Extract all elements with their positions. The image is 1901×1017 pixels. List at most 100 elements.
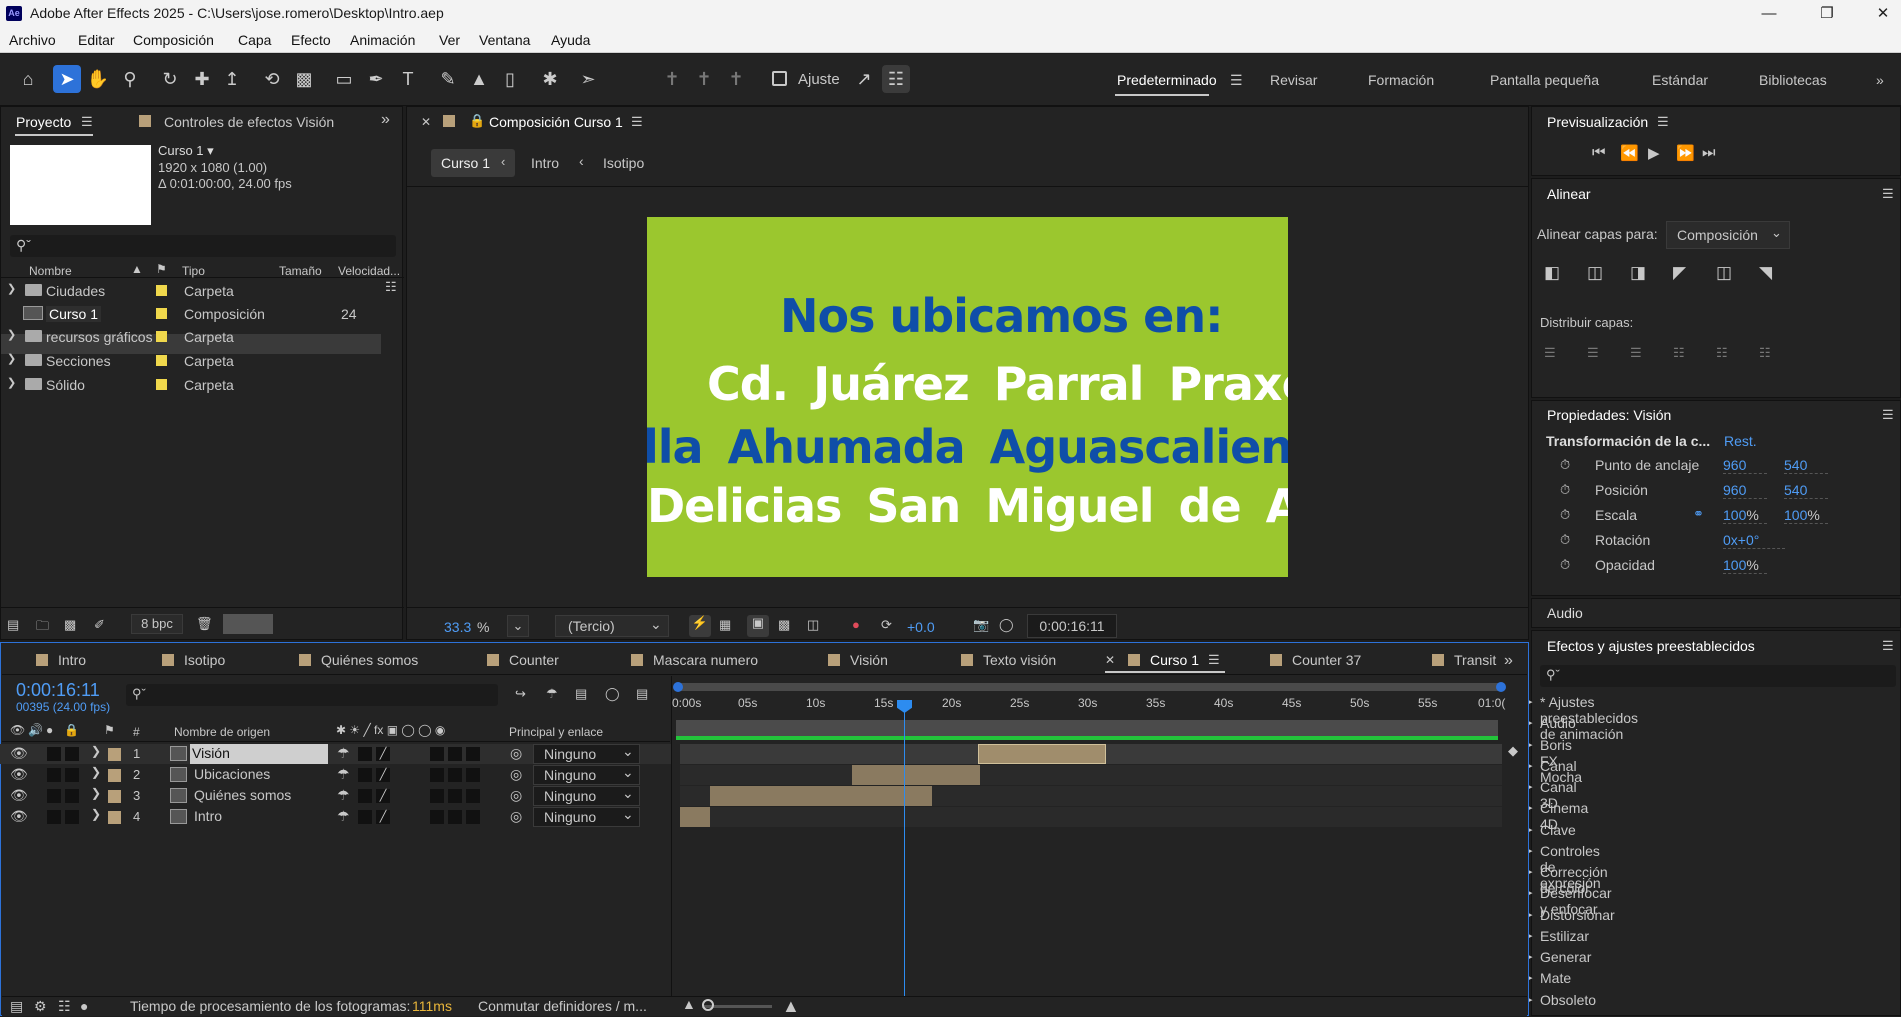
parent-dropdown[interactable]: Ninguno ⌄: [533, 806, 640, 827]
lock-box[interactable]: [65, 747, 79, 761]
panel-menu-icon[interactable]: ☰: [1882, 407, 1894, 423]
timeline-tab-mascara-numero[interactable]: Mascara numero: [631, 652, 758, 668]
distribute-bottom-icon[interactable]: ☰: [1630, 345, 1642, 361]
roto-brush-tool-icon[interactable]: ✱: [536, 65, 564, 93]
parent-dropdown[interactable]: Ninguno ⌄: [533, 764, 640, 785]
timeline-tab-counter[interactable]: Counter: [487, 652, 559, 668]
effects-item[interactable]: Clave: [1527, 822, 1576, 838]
flowchart-icon[interactable]: ☷: [385, 279, 397, 295]
shy-switch-icon[interactable]: ☂: [337, 808, 350, 825]
maximize-button[interactable]: ❐: [1812, 3, 1842, 25]
workspace-menu-icon[interactable]: ☰: [1230, 72, 1243, 89]
puppet-tool-icon[interactable]: ➣: [574, 65, 602, 93]
align-left-icon[interactable]: ◧: [1544, 263, 1560, 283]
label-swatch[interactable]: [108, 748, 121, 761]
distribute-top-icon[interactable]: ☰: [1544, 345, 1556, 361]
list-item[interactable]: ❯ recursos gráficos Carpeta: [1, 327, 381, 347]
reset-link[interactable]: Rest.: [1724, 433, 1757, 449]
align-right-icon[interactable]: ◨: [1630, 263, 1646, 283]
quality-switch[interactable]: ╱: [376, 768, 390, 782]
eye-icon[interactable]: 👁: [10, 745, 28, 762]
comp-canvas[interactable]: Nos ubicamos en: Cd. Juárez Parral Praxe…: [647, 217, 1288, 577]
panel-overflow-icon[interactable]: »: [381, 111, 390, 129]
rotation-value[interactable]: 0x+0°: [1723, 532, 1785, 549]
orbit-tool-icon[interactable]: ↻: [156, 65, 184, 93]
region-of-interest-icon[interactable]: ▩: [778, 617, 790, 633]
layer-name[interactable]: Ubicaciones: [194, 766, 270, 782]
menu-efecto[interactable]: Efecto: [291, 32, 331, 48]
transform-group[interactable]: Transformación de la c...: [1546, 433, 1710, 449]
switch-box[interactable]: [430, 789, 444, 803]
rectangle-tool-icon[interactable]: ▭: [330, 65, 358, 93]
timeline-tab-isotipo[interactable]: Isotipo: [162, 652, 225, 668]
effects-item[interactable]: Canal: [1527, 758, 1576, 774]
opacity-value[interactable]: 100%: [1723, 557, 1767, 574]
parent-dropdown[interactable]: Ninguno ⌄: [533, 785, 640, 806]
panel-menu-icon[interactable]: ☰: [1882, 638, 1894, 654]
timeline-tab-texto-vision[interactable]: Texto visión: [961, 652, 1056, 668]
pan-tool-icon[interactable]: ✚: [188, 65, 216, 93]
show-snapshot-icon[interactable]: ◯: [999, 617, 1014, 633]
clone-stamp-tool-icon[interactable]: ▲: [465, 65, 493, 93]
view-axis-icon[interactable]: ✝: [722, 65, 750, 93]
parent-dropdown[interactable]: Ninguno ⌄: [533, 743, 640, 764]
stopwatch-icon[interactable]: ⏱: [1560, 532, 1570, 548]
switch-box[interactable]: [430, 747, 444, 761]
switch-box[interactable]: [466, 747, 480, 761]
switch-box[interactable]: [448, 747, 462, 761]
solo-icon[interactable]: ●: [46, 723, 53, 737]
switch-box[interactable]: [430, 768, 444, 782]
timeline-timecode[interactable]: 0:00:16:11: [16, 680, 100, 701]
pickwhip-icon[interactable]: ◎: [510, 787, 522, 804]
table-row[interactable]: 👁 ❯ 3 Quiénes somos ☂ ╱ ◎ Ninguno ⌄: [0, 785, 672, 806]
fast-preview-icon[interactable]: ⚡: [689, 615, 711, 637]
bpc-button[interactable]: 8 bpc: [131, 614, 183, 634]
pickwhip-icon[interactable]: ◎: [510, 808, 522, 825]
play-icon[interactable]: ▶: [1648, 144, 1660, 162]
workspace-estandar[interactable]: Estándar: [1652, 72, 1708, 88]
layer-bar-ubicaciones[interactable]: [852, 765, 980, 785]
timeline-tab-vision[interactable]: Visión: [828, 652, 888, 668]
graph-editor-icon[interactable]: ▤: [636, 686, 648, 702]
workspace-bibliotecas[interactable]: Bibliotecas: [1759, 72, 1827, 88]
adjust-settings-icon[interactable]: ✐: [94, 617, 105, 633]
zoom-in-icon[interactable]: ▲: [782, 996, 800, 1017]
eye-icon[interactable]: 👁: [10, 808, 28, 825]
solo-box[interactable]: [47, 747, 61, 761]
expand-panes-icon[interactable]: ▤: [10, 998, 23, 1015]
audio-title[interactable]: Audio: [1547, 605, 1583, 621]
zoom-value[interactable]: 33.3: [444, 619, 471, 635]
menu-ver[interactable]: Ver: [439, 32, 460, 48]
position-x-value[interactable]: 960: [1723, 482, 1767, 499]
list-item[interactable]: Curso 1 Composición 24: [1, 304, 381, 324]
panel-overflow-icon[interactable]: »: [1504, 652, 1513, 670]
switch-box[interactable]: [466, 789, 480, 803]
col-tipo[interactable]: Tipo: [182, 264, 205, 278]
distribute-hcenter-icon[interactable]: ☷: [1716, 345, 1728, 361]
switch-box[interactable]: [430, 810, 444, 824]
quality-switch[interactable]: ╱: [376, 747, 390, 761]
col-nombre[interactable]: Nombre: [29, 264, 72, 278]
list-item[interactable]: ❯ Ciudades Carpeta: [1, 281, 381, 301]
pickwhip-icon[interactable]: ◎: [510, 766, 522, 783]
lock-icon[interactable]: 🔒: [64, 723, 79, 737]
snap-feature-icon[interactable]: ☷: [882, 65, 910, 93]
hand-tool-icon[interactable]: ✋: [84, 65, 112, 93]
effects-item[interactable]: Audio: [1527, 715, 1576, 731]
scale-x-value[interactable]: 100%: [1723, 507, 1767, 524]
motion-blur-icon[interactable]: ●: [80, 998, 88, 1014]
label-swatch[interactable]: [108, 790, 121, 803]
snap-edge-icon[interactable]: ↗: [850, 65, 878, 93]
table-row[interactable]: 👁 ❯ 2 Ubicaciones ☂ ╱ ◎ Ninguno ⌄: [0, 764, 672, 785]
sort-up-icon[interactable]: ▲: [131, 262, 143, 276]
panel-menu-icon[interactable]: ☰: [631, 114, 643, 130]
shy-switch-icon[interactable]: ☂: [337, 766, 350, 783]
timeline-tab-intro[interactable]: Intro: [36, 652, 86, 668]
distribute-right-icon[interactable]: ☷: [1759, 345, 1771, 361]
link-icon[interactable]: ⚭: [1693, 506, 1704, 522]
color-swatch[interactable]: [223, 614, 273, 634]
stopwatch-icon[interactable]: ⏱: [1560, 507, 1570, 523]
audio-icon[interactable]: 🔊: [28, 723, 43, 737]
comp-flowchart-icon[interactable]: ↪: [515, 686, 526, 702]
eye-icon[interactable]: 👁: [10, 787, 28, 804]
